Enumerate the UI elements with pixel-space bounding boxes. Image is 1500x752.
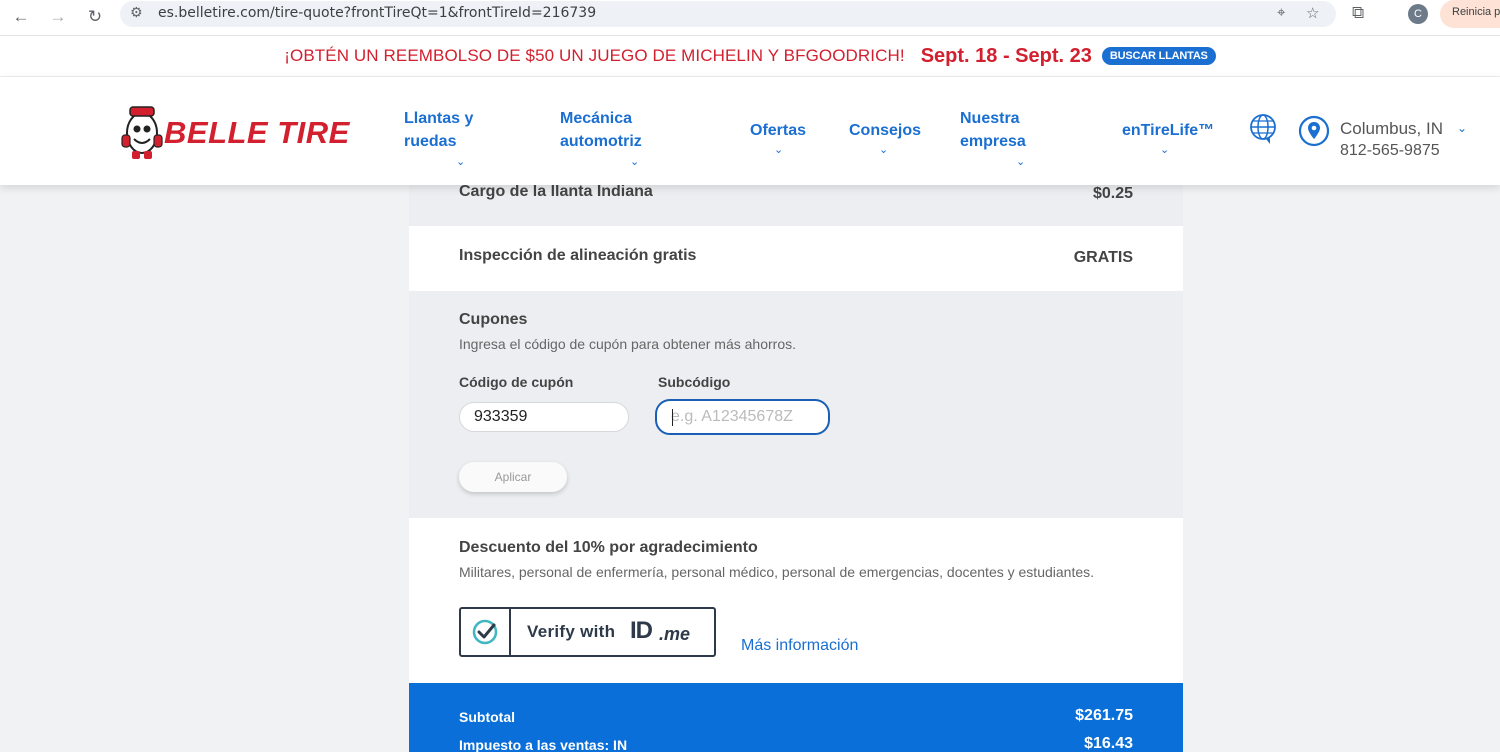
nav-label-line2: ruedas <box>404 133 457 150</box>
store-city[interactable]: Columbus, IN <box>1340 119 1443 139</box>
browser-toolbar: ← → ↻ ⚙ es.belletire.com/tire-quote?fron… <box>0 0 1500 36</box>
location-pin-icon[interactable] <box>1298 115 1330 147</box>
subcode-input[interactable]: e.g. A12345678Z <box>655 399 830 435</box>
coupons-title: Cupones <box>459 311 528 328</box>
chevron-down-icon: ⌄ <box>456 156 466 168</box>
more-info-link[interactable]: Más información <box>741 637 858 655</box>
nav-entirelife[interactable]: enTireLife™ ⌄ <box>1122 119 1215 156</box>
idme-brand-id: ID <box>630 617 653 644</box>
nav-our-company[interactable]: Nuestra empresa ⌄ <box>960 107 1026 168</box>
location-off-icon[interactable]: ⌖ <box>1277 4 1285 21</box>
promo-banner: ¡OBTÉN UN REEMBOLSO DE $50 UN JUEGO DE M… <box>0 36 1500 77</box>
discount-title: Descuento del 10% por agradecimiento <box>459 539 758 556</box>
chevron-down-icon: ⌄ <box>1160 144 1170 156</box>
tire-fee-label: Cargo de la llanta Indiana <box>459 183 653 200</box>
nav-label-line2: automotriz <box>560 133 642 150</box>
nav-offers[interactable]: Ofertas ⌄ <box>750 119 807 156</box>
idme-check-container <box>461 609 511 655</box>
nav-label: enTireLife™ <box>1122 122 1215 139</box>
tire-fee-row: Cargo de la llanta Indiana $0.25 <box>409 183 1183 226</box>
restart-update-button[interactable]: Reinicia p <box>1440 0 1500 28</box>
nav-label-line1: Llantas y <box>404 110 474 127</box>
chevron-down-icon: ⌄ <box>1016 156 1026 168</box>
logo-text: BELLE TIRE <box>164 115 350 150</box>
profile-avatar[interactable]: C <box>1408 4 1428 24</box>
promo-dates: Sept. 18 - Sept. 23 <box>920 44 1092 67</box>
subcode-label: Subcódigo <box>658 374 731 390</box>
promo-text: ¡OBTÉN UN REEMBOLSO DE $50 UN JUEGO DE M… <box>284 46 905 65</box>
nav-auto-mechanic[interactable]: Mecánica automotriz ⌄ <box>560 107 642 168</box>
chevron-down-icon[interactable]: ⌄ <box>1457 121 1467 135</box>
alignment-value: GRATIS <box>1073 249 1133 266</box>
store-phone[interactable]: 812-565-9875 <box>1340 142 1440 160</box>
coupon-code-input[interactable]: 933359 <box>459 402 629 432</box>
nav-label-line1: Mecánica <box>560 110 633 127</box>
quote-summary-card: Cargo de la llanta Indiana $0.25 Inspecc… <box>409 183 1183 752</box>
verify-with-idme-button[interactable]: Verify with ID .me <box>459 607 716 657</box>
nav-tips[interactable]: Consejos ⌄ <box>849 119 922 156</box>
nav-label-line2: empresa <box>960 133 1026 150</box>
chevron-down-icon: ⌄ <box>774 144 784 156</box>
coupon-code-label: Código de cupón <box>459 374 574 390</box>
nav-label: Ofertas <box>750 122 807 139</box>
verify-label: Verify with <box>527 622 616 641</box>
chevron-down-icon: ⌄ <box>879 144 889 156</box>
bookmark-star-icon[interactable]: ☆ <box>1306 4 1319 22</box>
belle-tire-logo[interactable]: BELLE TIRE <box>120 105 360 161</box>
alignment-label: Inspección de alineación gratis <box>459 247 697 264</box>
text-caret <box>672 409 673 426</box>
site-header: BELLE TIRE Llantas y ruedas ⌄ Mecánica a… <box>0 77 1500 185</box>
forward-arrow-icon[interactable]: → <box>45 4 71 30</box>
totals-section: Subtotal $261.75 Impuesto a las ventas: … <box>409 683 1183 752</box>
subtotal-value: $261.75 <box>1075 707 1133 724</box>
reload-icon[interactable]: ↻ <box>82 4 108 30</box>
apply-coupon-button[interactable]: Aplicar <box>459 462 567 492</box>
checkmark-circle-icon <box>472 619 498 645</box>
extensions-icon[interactable]: ⧉ <box>1352 3 1364 23</box>
site-info-icon[interactable]: ⚙ <box>130 4 143 21</box>
back-arrow-icon[interactable]: ← <box>8 4 34 30</box>
nav-tires-wheels[interactable]: Llantas y ruedas ⌄ <box>404 107 474 168</box>
sales-tax-label: Impuesto a las ventas: IN <box>459 737 628 752</box>
mascot-icon <box>121 106 163 159</box>
idme-brand-me: .me <box>659 624 691 644</box>
sales-tax-value: $16.43 <box>1084 735 1133 752</box>
chevron-down-icon: ⌄ <box>630 156 640 168</box>
coupons-description: Ingresa el código de cupón para obtener … <box>459 336 796 352</box>
language-globe-icon[interactable] <box>1248 113 1278 145</box>
alignment-row: Inspección de alineación gratis GRATIS <box>409 226 1183 291</box>
discount-description: Militares, personal de enfermería, perso… <box>459 564 1095 580</box>
address-bar[interactable]: ⚙ es.belletire.com/tire-quote?frontTireQ… <box>120 1 1336 27</box>
subtotal-label: Subtotal <box>459 709 515 725</box>
tire-fee-value: $0.25 <box>1092 185 1133 202</box>
find-tires-button[interactable]: BUSCAR LLANTAS <box>1101 47 1216 65</box>
nav-label: Consejos <box>849 122 922 139</box>
url-text: es.belletire.com/tire-quote?frontTireQt=… <box>158 5 597 21</box>
nav-label-line1: Nuestra <box>960 110 1020 127</box>
